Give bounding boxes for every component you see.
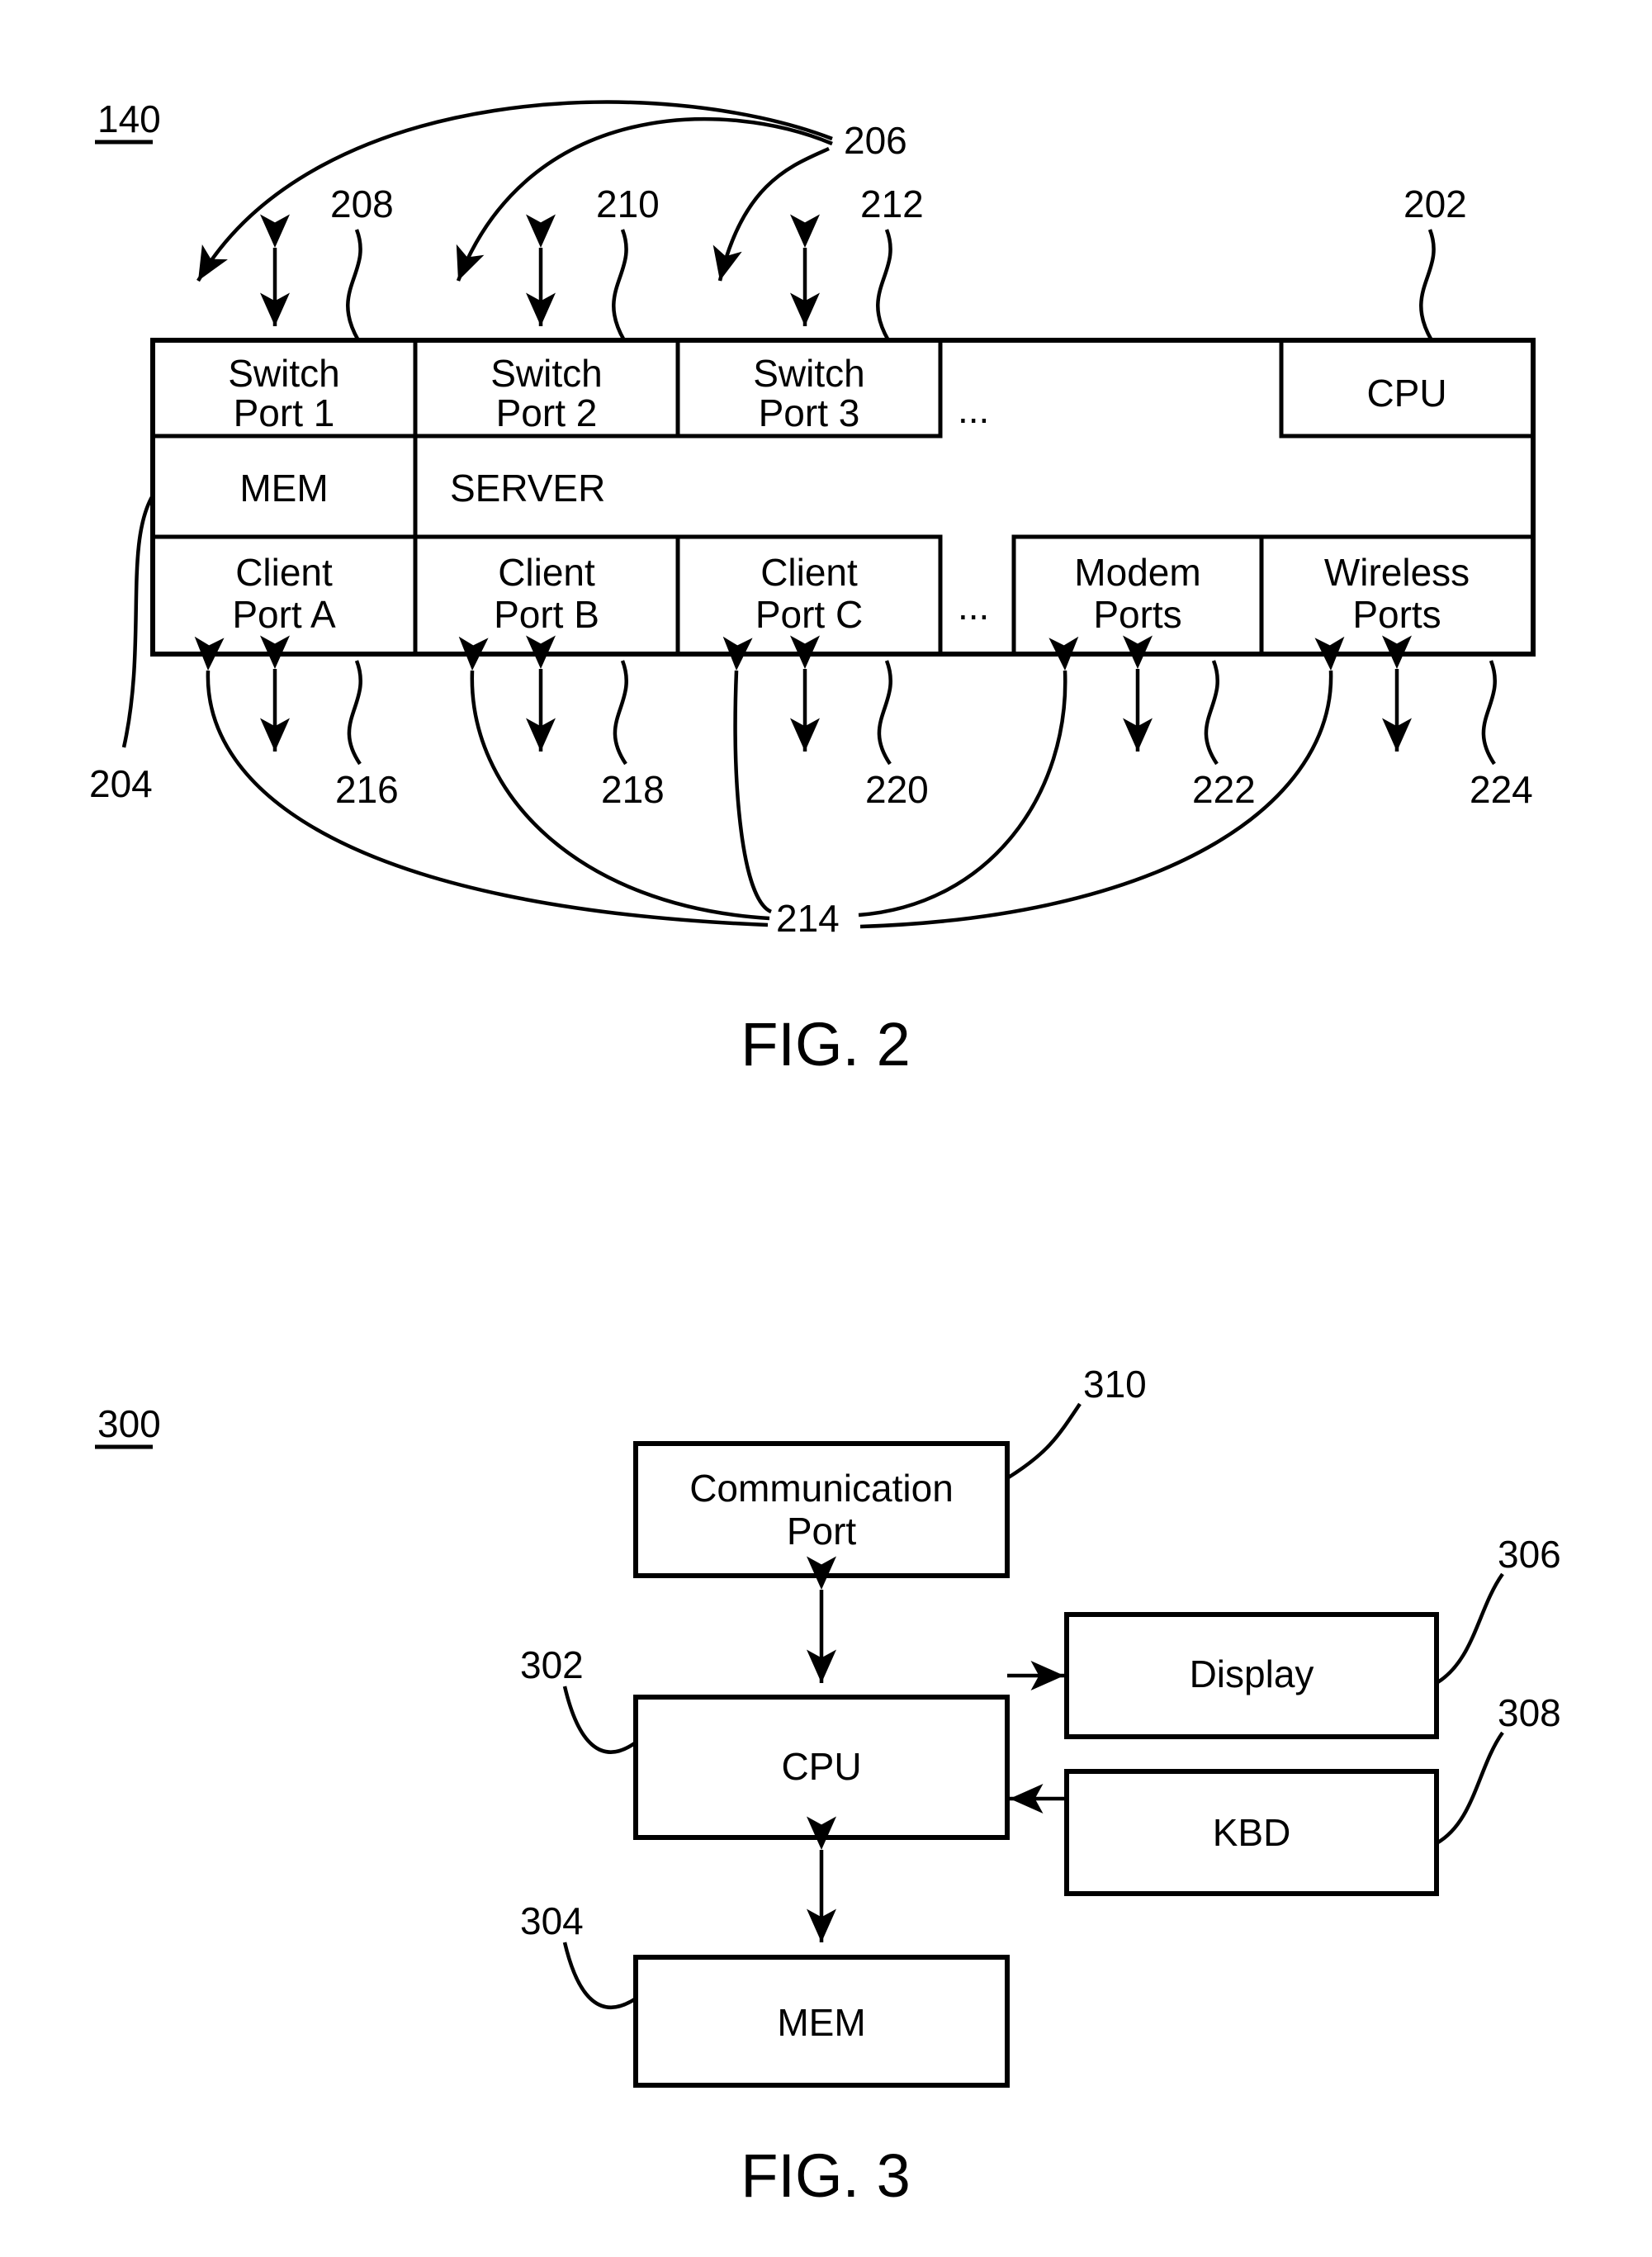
leader-218 [613, 660, 628, 766]
ref-214-label: 214 [776, 897, 840, 940]
leader-208 [346, 229, 362, 342]
ref-218-label: 218 [601, 768, 665, 811]
figure-3-caption: FIG. 3 [741, 2141, 911, 2210]
ref-310-label: 310 [1083, 1363, 1147, 1406]
block-client-port-a-line-1: Client [235, 551, 333, 594]
leader-304 [562, 1942, 637, 2009]
figure-2-caption: FIG. 2 [741, 1010, 911, 1079]
ref-222-label: 222 [1192, 768, 1256, 811]
block-communication-port-line-2: Port [787, 1510, 857, 1553]
ref-306-label: 306 [1498, 1533, 1561, 1576]
ref-216-label: 216 [335, 768, 399, 811]
block-mem-label: MEM [239, 467, 328, 510]
leader-224 [1481, 660, 1497, 766]
leader-202 [1419, 229, 1436, 342]
block-switch-port-2-line-1: Switch [490, 352, 602, 395]
block-wireless-ports-line-2: Ports [1352, 593, 1441, 636]
leader-214-client-c [722, 636, 773, 914]
client-row-ellipsis: ... [958, 585, 989, 628]
leader-222 [1204, 660, 1219, 766]
block-display-label: Display [1190, 1652, 1314, 1695]
ref-300-group: 300 [95, 1402, 161, 1449]
leader-210 [612, 229, 628, 342]
ref-140-label: 140 [97, 97, 161, 140]
leader-212 [876, 229, 892, 342]
leader-214-client-a [194, 636, 769, 927]
block-client-port-c-line-1: Client [760, 551, 858, 594]
patent-drawing-sheet: 140 206 208 210 212 202 Switch Port 1 Sw… [0, 0, 1652, 2257]
block-kbd-label: KBD [1213, 1811, 1291, 1854]
leader-310 [1006, 1402, 1082, 1480]
block-switch-port-1-line-1: Switch [228, 352, 339, 395]
switch-row-ellipsis: ... [958, 388, 989, 431]
leader-308 [1435, 1731, 1504, 1845]
leader-220 [877, 660, 892, 766]
block-modem-ports-line-2: Ports [1093, 593, 1181, 636]
ref-204-label: 204 [89, 762, 153, 805]
figure-3: 300 Communication Port 310 CPU 302 Displ… [95, 1363, 1561, 2210]
block-cpu-fig3-label: CPU [781, 1745, 861, 1788]
block-communication-port-line-1: Communication [689, 1467, 954, 1510]
block-modem-ports-line-1: Modem [1074, 551, 1200, 594]
ref-212-label: 212 [860, 183, 924, 225]
ref-308-label: 308 [1498, 1691, 1561, 1734]
figure-2: 140 206 208 210 212 202 Switch Port 1 Sw… [89, 97, 1536, 1079]
block-switch-port-3-line-2: Port 3 [759, 391, 860, 434]
ref-206-label: 206 [844, 119, 907, 162]
block-client-port-a-line-2: Port A [232, 593, 336, 636]
block-switch-port-2-line-2: Port 2 [496, 391, 598, 434]
block-switch-port-3-line-1: Switch [753, 352, 864, 395]
ref-302-label: 302 [520, 1643, 584, 1686]
block-mem-fig3-label: MEM [777, 2001, 865, 2044]
block-client-port-b-line-1: Client [498, 551, 595, 594]
ref-304-label: 304 [520, 1899, 584, 1942]
block-cpu-label: CPU [1366, 372, 1446, 415]
leader-306 [1435, 1572, 1504, 1685]
leader-216 [347, 660, 362, 766]
drawing-canvas: 140 206 208 210 212 202 Switch Port 1 Sw… [89, 97, 1561, 2210]
ref-210-label: 210 [596, 183, 660, 225]
ref-300-label: 300 [97, 1402, 161, 1445]
leader-204 [121, 494, 154, 748]
block-wireless-ports-line-1: Wireless [1324, 551, 1470, 594]
ref-220-label: 220 [865, 768, 929, 811]
leader-302 [562, 1686, 637, 1754]
block-server-label: SERVER [450, 467, 605, 510]
block-switch-port-1-line-2: Port 1 [234, 391, 335, 434]
leader-206-to-port3 [712, 146, 830, 282]
leader-214-wireless [859, 636, 1345, 929]
block-client-port-b-line-2: Port B [494, 593, 599, 636]
block-client-port-c-line-2: Port C [755, 593, 863, 636]
ref-140-group: 140 [95, 97, 161, 145]
ref-224-label: 224 [1470, 768, 1533, 811]
ref-208-label: 208 [330, 183, 394, 225]
ref-202-label: 202 [1403, 183, 1467, 225]
